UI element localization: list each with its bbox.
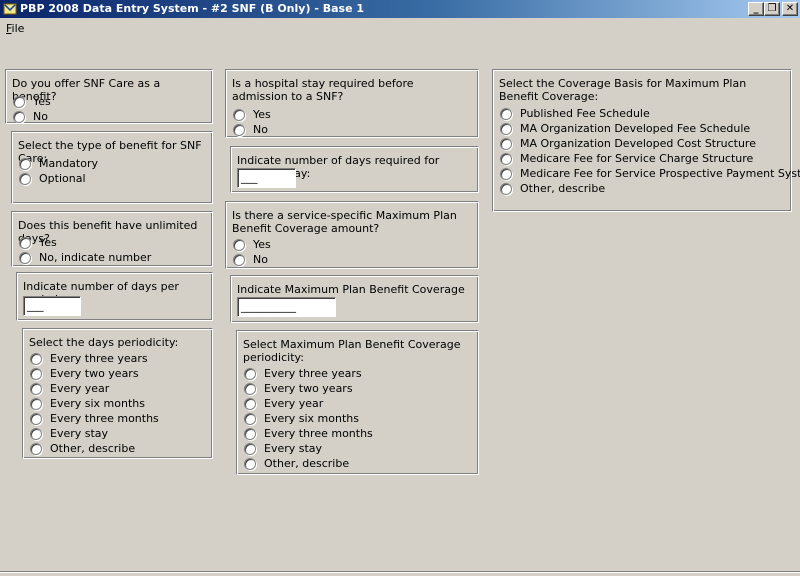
radio-button[interactable]: [30, 413, 42, 425]
close-button[interactable]: ✕: [782, 2, 798, 16]
radio-button[interactable]: [30, 443, 42, 455]
radio-button[interactable]: [19, 158, 31, 170]
radio-button[interactable]: [244, 383, 256, 395]
radio-button[interactable]: [30, 368, 42, 380]
radio-label: Every six months: [264, 412, 359, 425]
radio-label: No: [33, 110, 48, 123]
radio-label: Medicare Fee for Service Prospective Pay…: [520, 167, 800, 180]
radio-button[interactable]: [500, 183, 512, 195]
hospital-days-input[interactable]: ___: [237, 168, 296, 188]
radio-label: Every year: [264, 397, 324, 410]
restore-button[interactable]: ❐: [764, 2, 780, 16]
radio-button[interactable]: [233, 254, 245, 266]
radio-label: Every stay: [264, 442, 323, 455]
days-per-period-input[interactable]: ___: [23, 296, 81, 316]
radio-label: Other, describe: [520, 182, 606, 195]
radio-label: MA Organization Developed Cost Structure: [520, 137, 756, 150]
max-plan-amount-group: Indicate Maximum Plan Benefit Coverage a…: [230, 275, 479, 323]
menu-file[interactable]: File: [6, 22, 24, 35]
radio-button[interactable]: [244, 413, 256, 425]
radio-label: Every three years: [50, 352, 148, 365]
radio-label: Yes: [33, 95, 51, 108]
days-periodicity-question: Select the days periodicity:: [29, 336, 179, 349]
radio-label: MA Organization Developed Fee Schedule: [520, 122, 751, 135]
hospital-stay-question: Is a hospital stay required before admis…: [232, 77, 414, 103]
radio-label: Yes: [39, 236, 57, 249]
app-icon: [3, 3, 17, 15]
radio-button[interactable]: [500, 108, 512, 120]
radio-button[interactable]: [30, 428, 42, 440]
radio-button[interactable]: [244, 428, 256, 440]
radio-label: Other, describe: [264, 457, 350, 470]
coverage-basis-question: Select the Coverage Basis for Maximum Pl…: [499, 77, 747, 103]
radio-button[interactable]: [244, 458, 256, 470]
radio-label: Every two years: [264, 382, 353, 395]
radio-label: Every two years: [50, 367, 139, 380]
radio-button[interactable]: [500, 138, 512, 150]
radio-label: Mandatory: [39, 157, 99, 170]
minimize-button[interactable]: _: [748, 2, 764, 16]
max-plan-specific-question: Is there a service-specific Maximum Plan…: [232, 209, 457, 235]
radio-button[interactable]: [233, 239, 245, 251]
radio-label: Every year: [50, 382, 110, 395]
max-plan-periodicity-question: Select Maximum Plan Benefit Coverage per…: [243, 338, 461, 364]
radio-button[interactable]: [30, 398, 42, 410]
days-periodicity-group: Select the days periodicity: Every three…: [22, 328, 213, 459]
radio-button[interactable]: [244, 443, 256, 455]
radio-label: Published Fee Schedule: [520, 107, 650, 120]
radio-label: Every six months: [50, 397, 145, 410]
radio-label: Optional: [39, 172, 86, 185]
radio-label: No: [253, 253, 268, 266]
unlimited-days-group: Does this benefit have unlimited days? Y…: [11, 211, 213, 267]
radio-button[interactable]: [13, 96, 25, 108]
radio-label: Medicare Fee for Service Charge Structur…: [520, 152, 754, 165]
max-plan-periodicity-group: Select Maximum Plan Benefit Coverage per…: [236, 330, 479, 475]
hospital-stay-group: Is a hospital stay required before admis…: [225, 69, 479, 138]
days-per-period-group: Indicate number of days per period: ___: [16, 272, 213, 321]
radio-label: Yes: [253, 108, 271, 121]
radio-button[interactable]: [233, 124, 245, 136]
radio-button[interactable]: [500, 153, 512, 165]
radio-button[interactable]: [500, 123, 512, 135]
benefit-type-group: Select the type of benefit for SNF Care:…: [11, 131, 213, 204]
radio-button[interactable]: [244, 368, 256, 380]
radio-label: Other, describe: [50, 442, 136, 455]
radio-button[interactable]: [233, 109, 245, 121]
radio-button[interactable]: [13, 111, 25, 123]
menu-file-label: ile: [11, 22, 25, 35]
title-bar[interactable]: PBP 2008 Data Entry System - #2 SNF (B O…: [0, 0, 800, 18]
status-divider-highlight: [0, 572, 800, 573]
hospital-days-group: Indicate number of days required for hos…: [230, 146, 479, 193]
radio-button[interactable]: [500, 168, 512, 180]
max-plan-amount-input[interactable]: __________: [237, 297, 336, 317]
radio-label: Every three months: [264, 427, 373, 440]
radio-button[interactable]: [30, 353, 42, 365]
radio-label: Every stay: [50, 427, 109, 440]
radio-label: Every three years: [264, 367, 362, 380]
radio-button[interactable]: [244, 398, 256, 410]
radio-label: No, indicate number: [39, 251, 152, 264]
radio-label: No: [253, 123, 268, 136]
max-plan-specific-group: Is there a service-specific Maximum Plan…: [225, 201, 479, 269]
window-title: PBP 2008 Data Entry System - #2 SNF (B O…: [20, 2, 365, 15]
radio-label: Yes: [253, 238, 271, 251]
radio-button[interactable]: [30, 383, 42, 395]
coverage-basis-group: Select the Coverage Basis for Maximum Pl…: [492, 69, 800, 212]
radio-button[interactable]: [19, 252, 31, 264]
radio-button[interactable]: [19, 237, 31, 249]
offer-snf-group: Do you offer SNF Care as a benefit? Yes …: [5, 69, 213, 124]
radio-label: Every three months: [50, 412, 159, 425]
menu-bar: File: [0, 19, 800, 37]
radio-button[interactable]: [19, 173, 31, 185]
